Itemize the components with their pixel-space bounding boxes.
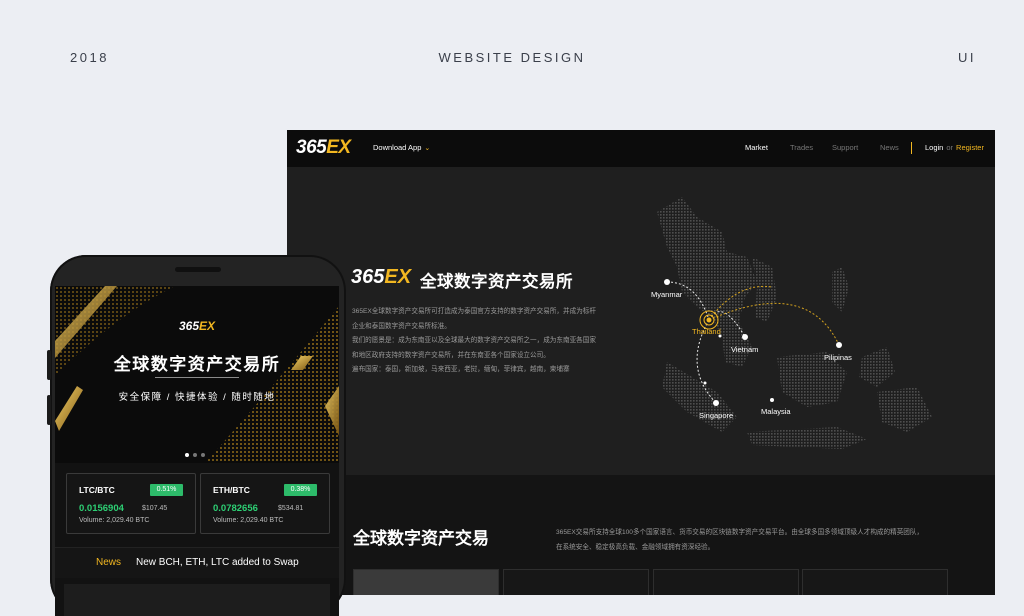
carousel-indicator[interactable] — [185, 444, 209, 462]
ticker-card-eth[interactable]: ETH/BTC 0.38% 0.0782656 $534.81 Volume: … — [200, 473, 330, 534]
section-description: 365EX交易所支持全球100多个国家语言、货币交易的区块链数字资产交易平台。由… — [556, 529, 924, 536]
change-badge: 0.51% — [150, 484, 183, 496]
mobile-content-card — [64, 584, 330, 616]
ticker-usd: $534.81 — [278, 505, 304, 512]
carousel-dot[interactable] — [201, 453, 205, 457]
map-label-thailand: Thailand — [692, 327, 721, 336]
nav-market[interactable]: Market — [745, 143, 768, 152]
site-logo[interactable]: 365EX — [296, 137, 351, 159]
map-label-vietnam: Vietnam — [731, 345, 758, 354]
chevron-down-icon: ⌄ — [424, 145, 431, 152]
map-label-myanmar: Myanmar — [651, 290, 683, 299]
category-label: UI — [958, 50, 976, 65]
download-app-menu[interactable]: Download App ⌄ — [373, 143, 430, 152]
ticker-pair: LTC/BTC — [79, 485, 115, 495]
hero-paragraph: 365EX全球数字资产交易所可打造成为泰国官方支持的数字资产交易所，并成为标杆企… — [352, 308, 596, 330]
logo-suffix: EX — [326, 137, 351, 158]
mobile-hero-subtitle: 安全保障 / 快捷体验 / 随时随地 — [118, 392, 276, 403]
showcase-title: WEBSITE DESIGN — [438, 50, 586, 65]
title-underline — [155, 377, 239, 378]
map-label-singapore: Singapore — [699, 411, 733, 420]
nav-trades[interactable]: Trades — [790, 143, 813, 152]
section-title: 全球数字资产交易 — [353, 529, 489, 548]
carousel-dot[interactable] — [193, 453, 197, 457]
nav-support[interactable]: Support — [832, 143, 858, 152]
ticker-volume: Volume: 2,029.40 BTC — [79, 517, 150, 524]
news-label: News — [96, 557, 122, 568]
register-link[interactable]: Register — [956, 143, 984, 152]
features-section: 全球数字资产交易 365EX交易所支持全球100多个国家语言、货币交易的区块链数… — [287, 475, 995, 595]
myanmar-marker[interactable] — [664, 279, 670, 285]
singapore-marker[interactable] — [713, 400, 719, 406]
phone-mockup: 365EX 全球数字资产交易所 安全保障 / 快捷体验 / 随时随地 LTC/B… — [47, 255, 346, 616]
phone-side-button — [47, 350, 51, 380]
feature-card[interactable] — [503, 569, 649, 595]
vietnam-marker[interactable] — [742, 334, 748, 340]
small-marker — [703, 381, 707, 385]
auth-links: Login or Register — [925, 143, 984, 152]
news-headline[interactable]: New BCH, ETH, LTC added to Swap — [136, 557, 299, 568]
hero-logo-suffix: EX — [384, 266, 412, 288]
or-text: or — [946, 143, 954, 152]
news-ticker[interactable]: News New BCH, ETH, LTC added to Swap — [55, 547, 339, 578]
ticker-price: 0.0782656 — [213, 503, 258, 514]
ticker-card-ltc[interactable]: LTC/BTC 0.51% 0.0156904 $107.45 Volume: … — [66, 473, 196, 534]
change-badge: 0.38% — [284, 484, 317, 496]
ticker-pair: ETH/BTC — [213, 485, 250, 495]
mobile-banner[interactable]: 365EX 全球数字资产交易所 安全保障 / 快捷体验 / 随时随地 — [55, 286, 339, 463]
phone-screen: 365EX 全球数字资产交易所 安全保障 / 快捷体验 / 随时随地 LTC/B… — [55, 286, 339, 616]
carousel-dot-active[interactable] — [185, 453, 189, 457]
logo-number: 365 — [296, 137, 327, 158]
phone-speaker — [175, 267, 221, 272]
feature-card[interactable] — [653, 569, 799, 595]
download-app-label: Download App — [373, 143, 422, 152]
southeast-asia-map: Myanmar Thailand Vietnam Pilipinas Singa… — [651, 197, 932, 449]
hero-logo: 365EX — [351, 266, 411, 289]
hero-paragraph: 遍布国家：泰国，新加坡，马来西亚，老挝，缅甸，菲律宾，越南，柬埔寨 — [352, 366, 570, 373]
mobile-hero-title: 全球数字资产交易所 — [113, 355, 281, 374]
thailand-marker[interactable] — [706, 317, 712, 323]
mobile-logo: 365EX — [55, 319, 339, 333]
ticker-volume: Volume: 2,029.40 BTC — [213, 517, 284, 524]
mobile-logo-suffix: EX — [199, 319, 216, 333]
hero-paragraph: 我们的愿景是：成为东南亚以及全球最大的数字资产交易所之一，成为东南亚各国家和地区… — [352, 337, 596, 359]
pilipinas-marker[interactable] — [836, 342, 842, 348]
hero-logo-number: 365 — [351, 266, 385, 288]
nav-divider — [911, 142, 912, 154]
hero-section: 365EX 全球数字资产交易所 365EX全球数字资产交易所可打造成为泰国官方支… — [287, 167, 995, 475]
ticker-price: 0.0156904 — [79, 503, 124, 514]
desktop-mockup: 365EX Download App ⌄ Market Trades Suppor… — [287, 130, 995, 595]
feature-card[interactable] — [353, 569, 499, 595]
malaysia-marker[interactable] — [770, 398, 774, 402]
ticker-usd: $107.45 — [142, 505, 168, 512]
map-label-pilipinas: Pilipinas — [824, 353, 852, 362]
login-link[interactable]: Login — [925, 143, 943, 152]
mobile-logo-number: 365 — [178, 319, 199, 333]
nav-news[interactable]: News — [880, 143, 899, 152]
hero-title: 全球数字资产交易所 — [420, 273, 573, 291]
phone-side-button — [47, 395, 51, 425]
feature-card[interactable] — [802, 569, 948, 595]
map-label-malaysia: Malaysia — [761, 407, 791, 416]
top-nav: 365EX Download App ⌄ Market Trades Suppor… — [287, 130, 995, 167]
section-description: 在系统安全、稳定极高负载、金融领域拥有资深经验。 — [556, 544, 715, 551]
